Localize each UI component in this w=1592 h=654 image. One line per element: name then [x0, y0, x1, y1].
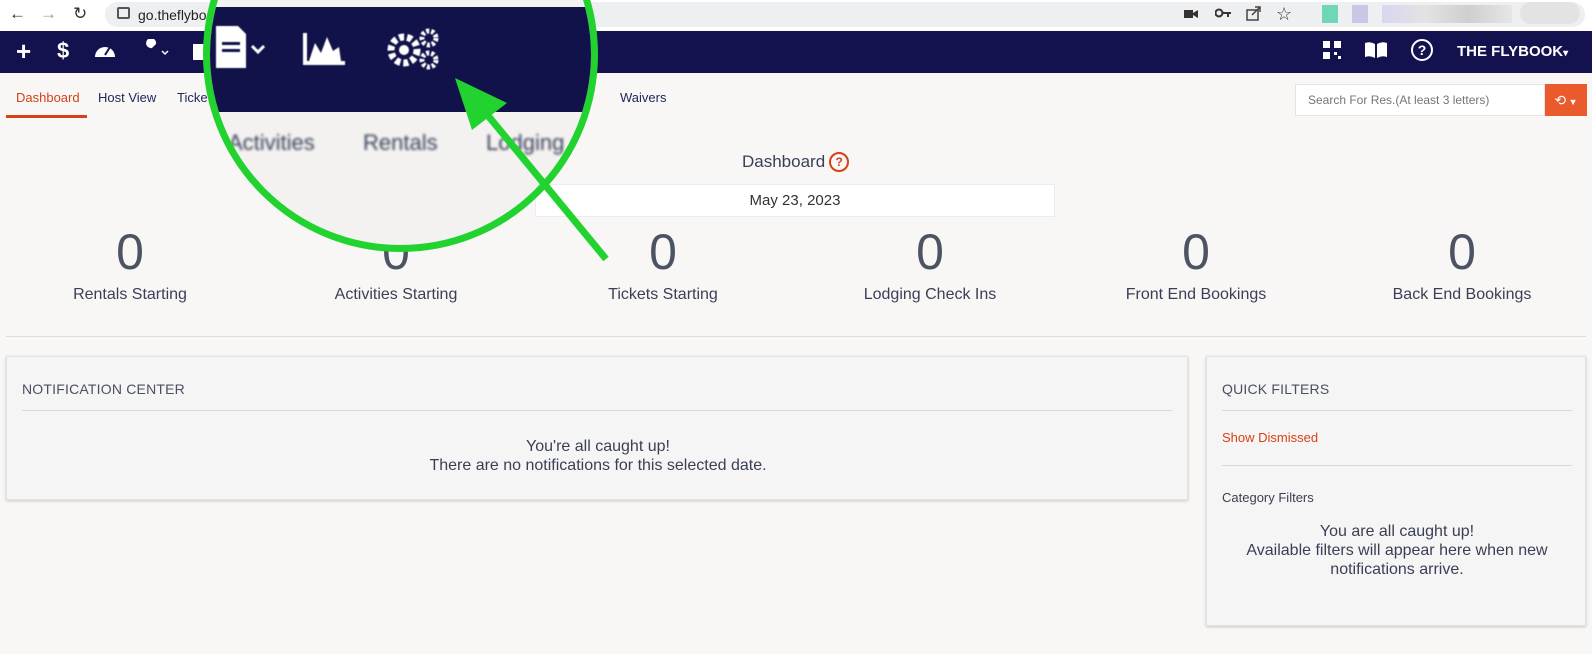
arrow-head — [455, 78, 507, 130]
arrow-shaft — [482, 109, 609, 262]
annotation-arrow — [455, 78, 609, 262]
